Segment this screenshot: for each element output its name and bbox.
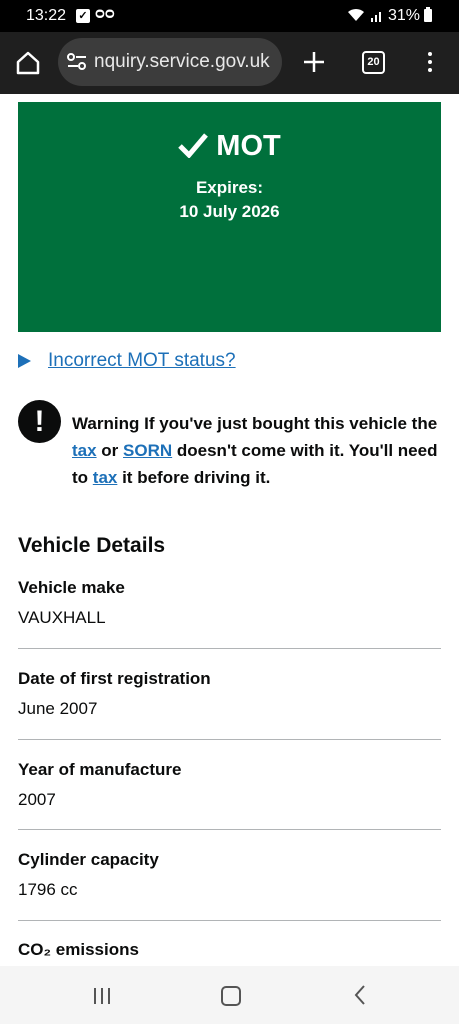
- home-icon[interactable]: [14, 49, 42, 77]
- tab-count: 20: [367, 56, 380, 68]
- row-label: Vehicle make: [18, 578, 125, 597]
- sorn-link[interactable]: SORN: [123, 441, 172, 460]
- system-nav-bar: [0, 966, 459, 1024]
- check-notification-icon: ✓: [76, 9, 90, 23]
- row-label: CO₂ emissions: [18, 940, 139, 959]
- home-nav-icon[interactable]: [221, 986, 241, 1006]
- warning-text-part: or: [96, 441, 124, 460]
- status-time: 13:22: [26, 7, 67, 24]
- row-label: Date of first registration: [18, 669, 211, 688]
- wifi-icon: [348, 8, 364, 21]
- warning-prefix: Warning: [72, 414, 140, 433]
- vehicle-details-heading: Vehicle Details: [18, 534, 166, 557]
- back-icon[interactable]: [354, 985, 366, 1005]
- summary-row: Cylinder capacity 1796 cc: [18, 850, 441, 921]
- address-bar[interactable]: nquiry.service.gov.uk: [58, 38, 282, 86]
- summary-row: Vehicle make VAUXHALL: [18, 578, 441, 649]
- url-text[interactable]: nquiry.service.gov.uk: [94, 51, 270, 73]
- tab-switcher-icon[interactable]: 20: [362, 51, 385, 74]
- summary-row: Date of first registration June 2007: [18, 669, 441, 740]
- tax-link-2[interactable]: tax: [93, 468, 118, 487]
- warning-text: Warning If you've just bought this vehic…: [72, 410, 440, 491]
- summary-row: Year of manufacture 2007: [18, 760, 441, 830]
- menu-icon[interactable]: [420, 48, 440, 78]
- row-label: Year of manufacture: [18, 760, 182, 779]
- row-value: 1796 cc: [18, 880, 78, 899]
- new-tab-icon[interactable]: [300, 48, 328, 76]
- mot-expires-label: Expires:: [195, 178, 264, 197]
- check-icon: [178, 133, 209, 159]
- row-value: VAUXHALL: [18, 608, 106, 627]
- row-value: June 2007: [18, 699, 98, 718]
- triangle-right-icon: [18, 354, 31, 368]
- signal-icon: [371, 12, 381, 22]
- mot-status-panel: MOT Expires: 10 July 2026: [18, 102, 441, 332]
- tax-link[interactable]: tax: [72, 441, 97, 460]
- recent-apps-icon[interactable]: [93, 987, 111, 1005]
- warning-icon: !: [18, 400, 61, 443]
- status-bar: 13:22 ✓ ᴑᴑ 31%: [0, 0, 459, 32]
- battery-percent: 31%: [388, 7, 421, 24]
- mot-title: MOT: [18, 130, 441, 163]
- warning-text-part: it before driving it.: [117, 468, 271, 487]
- site-settings-icon[interactable]: [66, 52, 88, 72]
- browser-toolbar: nquiry.service.gov.uk 20: [0, 32, 459, 94]
- voicemail-icon: ᴑᴑ: [95, 5, 115, 22]
- row-value: 2007: [18, 790, 56, 809]
- row-label: Cylinder capacity: [18, 850, 159, 869]
- warning-text-part: If you've just bought this vehicle the: [139, 414, 438, 433]
- incorrect-mot-link[interactable]: Incorrect MOT status?: [48, 350, 236, 372]
- mot-expiry-date: 10 July 2026: [179, 202, 280, 221]
- battery-icon: [424, 7, 432, 22]
- mot-title-text: MOT: [216, 130, 281, 162]
